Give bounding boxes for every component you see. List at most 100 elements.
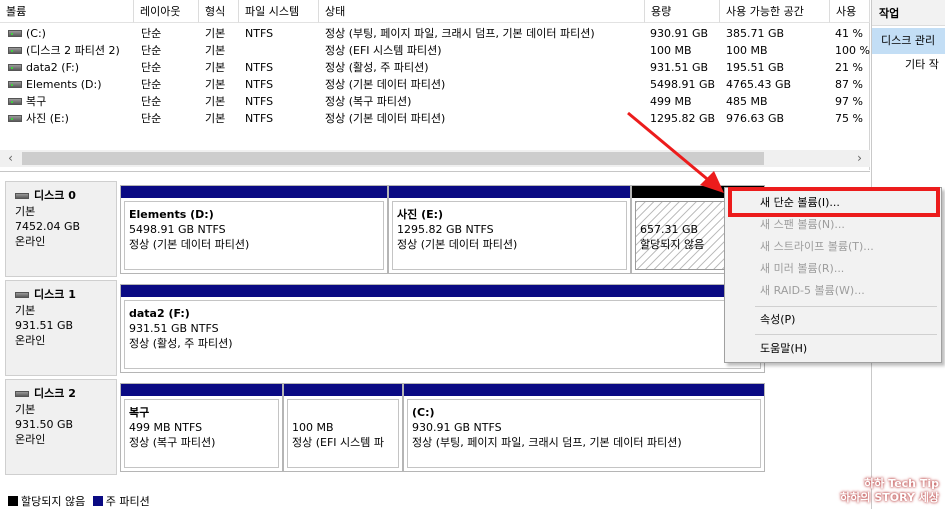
volume-capacity: 100 MB <box>650 44 692 57</box>
volume-icon <box>8 115 22 122</box>
volume-row[interactable]: (C:) 단순 기본 NTFS 정상 (부팅, 페이지 파일, 크래시 덤프, … <box>0 25 870 42</box>
volume-percent: 100 % <box>835 44 870 57</box>
menu-help[interactable]: 도움말(H) <box>725 338 941 360</box>
partition-recovery[interactable]: 복구 499 MB NTFS 정상 (복구 파티션) <box>120 383 283 472</box>
volume-name: 사진 (E:) <box>26 112 69 125</box>
volume-free: 385.71 GB <box>726 27 785 40</box>
volume-percent: 21 % <box>835 61 863 74</box>
volume-status: 정상 (활성, 주 파티션) <box>325 61 429 74</box>
disk-name: 디스크 2 <box>34 387 76 400</box>
column-header-capacity[interactable]: 용량 <box>645 0 720 23</box>
volume-type: 기본 <box>205 112 226 125</box>
disk-icon <box>15 193 29 199</box>
partition-size: 931.51 GB NTFS <box>129 322 219 335</box>
disk-type: 기본 <box>15 403 36 416</box>
partition-bar <box>121 384 282 396</box>
volume-status: 정상 (기본 데이터 파티션) <box>325 112 446 125</box>
menu-separator <box>755 334 937 335</box>
volume-fs: NTFS <box>245 27 274 40</box>
column-header-status[interactable]: 상태 <box>319 0 645 23</box>
menu-separator <box>755 306 937 307</box>
menu-new-raid5-volume[interactable]: 새 RAID-5 볼륨(W)... <box>725 280 941 302</box>
action-disk-management[interactable]: 디스크 관리 <box>872 28 945 54</box>
disk-icon <box>15 292 29 298</box>
column-header-free-space[interactable]: 사용 가능한 공간 <box>720 0 830 23</box>
volume-name: Elements (D:) <box>26 78 102 91</box>
partition-data2[interactable]: data2 (F:) 931.51 GB NTFS 정상 (활성, 주 파티션) <box>120 284 765 373</box>
partition-title: Elements (D:) <box>129 208 214 221</box>
volume-status: 정상 (기본 데이터 파티션) <box>325 78 446 91</box>
menu-new-spanned-volume[interactable]: 새 스팬 볼륨(N)... <box>725 214 941 236</box>
legend-unallocated: 할당되지 않음 <box>21 495 86 508</box>
disk-name: 디스크 0 <box>34 189 76 202</box>
partition-size: 100 MB <box>292 421 334 434</box>
partition-size: 5498.91 GB NTFS <box>129 223 226 236</box>
volume-percent: 97 % <box>835 95 863 108</box>
partition-status: 정상 (활성, 주 파티션) <box>129 337 233 350</box>
column-header-layout[interactable]: 레이아웃 <box>134 0 199 23</box>
volume-row[interactable]: 복구 단순 기본 NTFS 정상 (복구 파티션) 499 MB 485 MB … <box>0 93 870 110</box>
volume-percent: 87 % <box>835 78 863 91</box>
legend-primary: 주 파티션 <box>105 495 150 508</box>
disk-status: 온라인 <box>15 433 46 446</box>
volume-icon <box>8 98 22 105</box>
disk-type: 기본 <box>15 304 36 317</box>
volume-name: data2 (F:) <box>26 61 80 74</box>
legend-unallocated-swatch <box>8 496 18 506</box>
volume-free: 976.63 GB <box>726 112 785 125</box>
scroll-left-icon[interactable]: ‹ <box>2 150 19 167</box>
volume-capacity: 931.51 GB <box>650 61 709 74</box>
partition-status: 정상 (부팅, 페이지 파일, 크래시 덤프, 기본 데이터 파티션) <box>412 436 682 449</box>
volume-type: 기본 <box>205 78 226 91</box>
menu-properties[interactable]: 속성(P) <box>725 309 941 331</box>
volume-row[interactable]: data2 (F:) 단순 기본 NTFS 정상 (활성, 주 파티션) 931… <box>0 59 870 76</box>
scroll-right-icon[interactable]: › <box>851 150 868 167</box>
volume-type: 기본 <box>205 27 226 40</box>
partition-c[interactable]: (C:) 930.91 GB NTFS 정상 (부팅, 페이지 파일, 크래시 … <box>403 383 765 472</box>
volume-row[interactable]: 사진 (E:) 단순 기본 NTFS 정상 (기본 데이터 파티션) 1295.… <box>0 110 870 127</box>
volume-icon <box>8 30 22 37</box>
disk-size: 931.51 GB <box>15 319 74 332</box>
volume-layout: 단순 <box>141 44 162 57</box>
partition-title: data2 (F:) <box>129 307 190 320</box>
column-header-percent-free[interactable]: 사용 <box>830 0 870 23</box>
partition-size: 499 MB NTFS <box>129 421 203 434</box>
volume-name: (디스크 2 파티션 2) <box>26 44 120 57</box>
column-header-filesystem[interactable]: 파일 시스템 <box>239 0 319 23</box>
volume-list: 볼륨 레이아웃 형식 파일 시스템 상태 용량 사용 가능한 공간 사용 (C:… <box>0 0 870 170</box>
volume-layout: 단순 <box>141 27 162 40</box>
disk-info-0[interactable]: 디스크 0 기본 7452.04 GB 온라인 <box>5 181 117 277</box>
legend: 할당되지 않음 주 파티션 <box>0 494 150 509</box>
disk-name: 디스크 1 <box>34 288 76 301</box>
volume-free: 4765.43 GB <box>726 78 792 91</box>
partition-bar <box>121 285 764 297</box>
partition-photos[interactable]: 사진 (E:) 1295.82 GB NTFS 정상 (기본 데이터 파티션) <box>388 185 631 274</box>
column-header-type[interactable]: 형식 <box>199 0 239 23</box>
column-header-volume[interactable]: 볼륨 <box>0 0 134 23</box>
volume-status: 정상 (EFI 시스템 파티션) <box>325 44 442 57</box>
volume-icon <box>8 81 22 88</box>
volume-capacity: 930.91 GB <box>650 27 709 40</box>
partition-elements[interactable]: Elements (D:) 5498.91 GB NTFS 정상 (기본 데이터… <box>120 185 388 274</box>
partition-status: 정상 (기본 데이터 파티션) <box>129 238 250 251</box>
horizontal-scrollbar[interactable]: ‹ › <box>0 150 870 167</box>
disk-info-2[interactable]: 디스크 2 기본 931.50 GB 온라인 <box>5 379 117 475</box>
volume-layout: 단순 <box>141 112 162 125</box>
partition-efi[interactable]: 100 MB 정상 (EFI 시스템 파 <box>283 383 403 472</box>
volume-type: 기본 <box>205 61 226 74</box>
volume-icon <box>8 47 22 54</box>
menu-new-simple-volume[interactable]: 새 단순 볼륨(I)... <box>725 192 941 214</box>
partition-title <box>292 405 398 420</box>
menu-new-striped-volume[interactable]: 새 스트라이프 볼륨(T)... <box>725 236 941 258</box>
action-more-actions[interactable]: 기타 작 <box>872 54 945 76</box>
volume-row[interactable]: (디스크 2 파티션 2) 단순 기본 정상 (EFI 시스템 파티션) 100… <box>0 42 870 59</box>
volume-row[interactable]: Elements (D:) 단순 기본 NTFS 정상 (기본 데이터 파티션)… <box>0 76 870 93</box>
partition-bar <box>284 384 402 396</box>
menu-new-mirror-volume[interactable]: 새 미러 볼륨(R)... <box>725 258 941 280</box>
legend-primary-swatch <box>92 496 103 506</box>
volume-percent: 75 % <box>835 112 863 125</box>
volume-name: 복구 <box>26 95 47 108</box>
disk-info-1[interactable]: 디스크 1 기본 931.51 GB 온라인 <box>5 280 117 376</box>
partition-title: (C:) <box>412 406 435 419</box>
volume-status: 정상 (부팅, 페이지 파일, 크래시 덤프, 기본 데이터 파티션) <box>325 27 595 40</box>
